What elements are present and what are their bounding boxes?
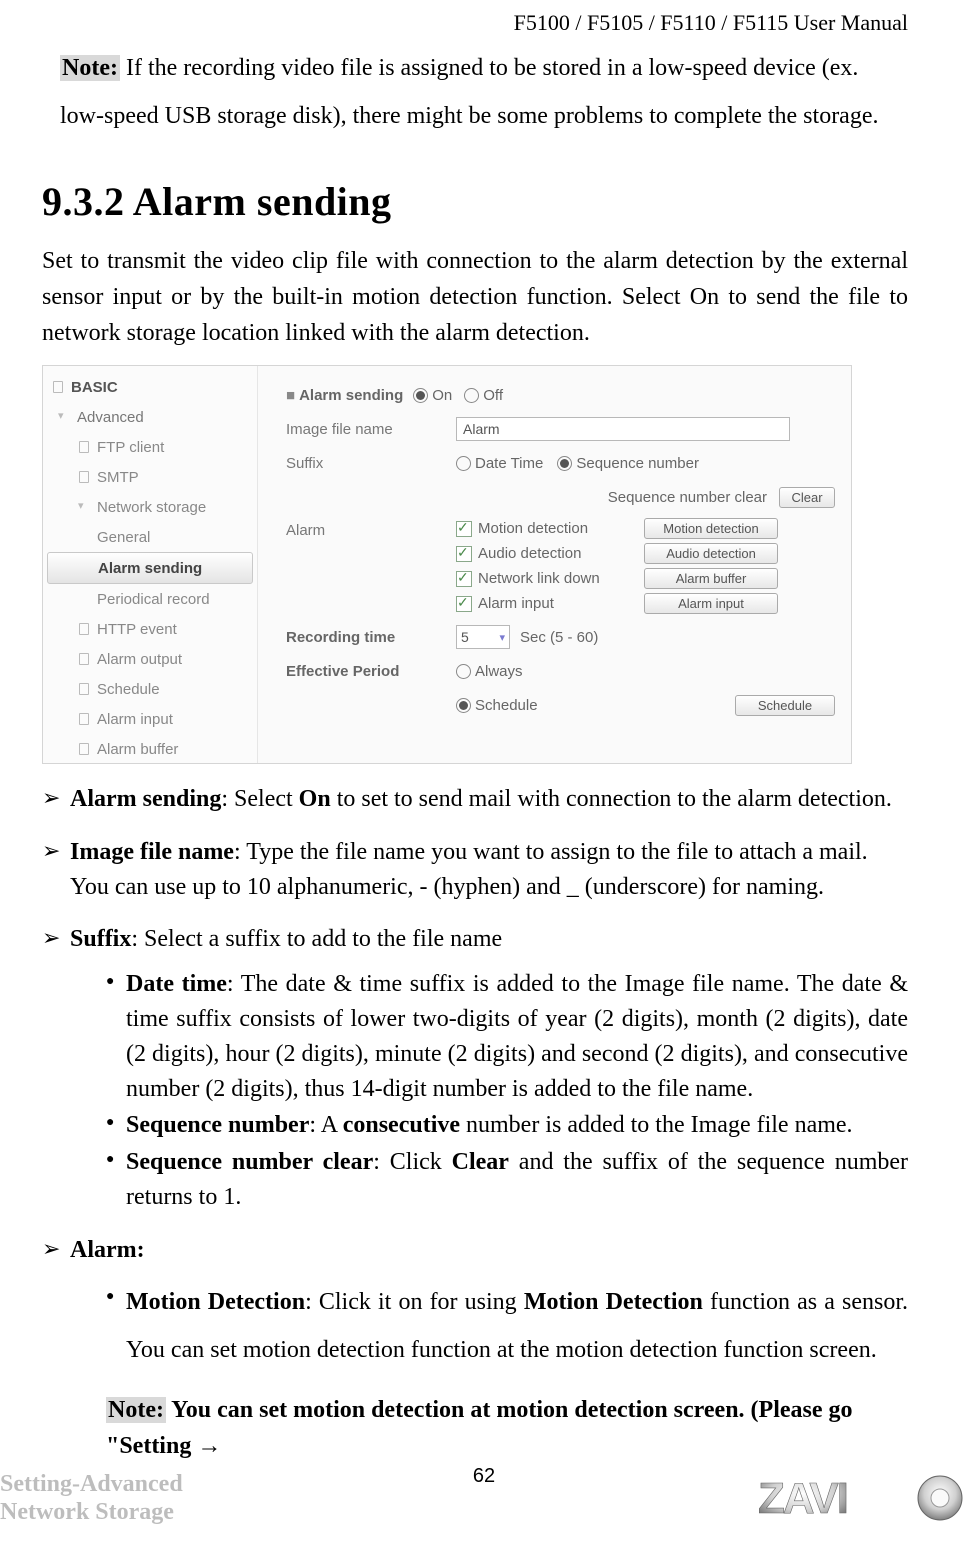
seq-clear-label: Sequence number clear	[456, 489, 773, 506]
effective-period-label: Effective Period	[286, 663, 456, 680]
recording-time-hint: Sec (5 - 60)	[520, 629, 598, 646]
recording-time-label: Recording time	[286, 629, 456, 646]
doc-icon	[77, 682, 91, 696]
chk-motion[interactable]	[456, 521, 472, 537]
nav-general[interactable]: General	[43, 522, 257, 552]
image-file-name-input[interactable]	[456, 417, 790, 441]
chk-netlink[interactable]	[456, 571, 472, 587]
alarm-sending-label: Alarm sending	[299, 387, 403, 404]
sub-seq-num: Sequence number: A consecutive number is…	[106, 1108, 908, 1143]
nav-schedule[interactable]: Schedule	[43, 674, 257, 704]
nav-periodical-record[interactable]: Periodical record	[43, 584, 257, 614]
chevron-down-icon: ▾	[499, 631, 505, 644]
clear-button[interactable]: Clear	[779, 487, 835, 508]
note-bottom: Note: You can set motion detection at mo…	[106, 1392, 908, 1464]
doc-icon	[77, 622, 91, 636]
alarm-sending-off-radio[interactable]	[464, 388, 479, 403]
note-label-bottom: Note:	[106, 1397, 166, 1423]
note-label: Note:	[60, 55, 120, 81]
doc-icon	[77, 742, 91, 756]
nav-alarm-sending[interactable]: Alarm sending	[47, 552, 253, 584]
btn-motion[interactable]: Motion detection	[644, 518, 778, 539]
section-intro: Set to transmit the video clip file with…	[42, 243, 908, 351]
alarm-sending-on-radio[interactable]	[413, 388, 428, 403]
page-number: 62	[473, 1465, 495, 1488]
doc-header: F5100 / F5105 / F5110 / F5115 User Manua…	[60, 0, 908, 42]
effective-always-radio[interactable]	[456, 664, 471, 679]
btn-audio[interactable]: Audio detection	[644, 543, 778, 564]
alarm-label: Alarm	[286, 518, 456, 539]
chevron-down-icon	[77, 500, 91, 514]
chk-audio[interactable]	[456, 546, 472, 562]
nav-sidebar: BASIC Advanced FTP client SMTP Network s…	[43, 366, 258, 763]
nav-network-storage[interactable]: Network storage	[43, 492, 257, 522]
suffix-seq-radio[interactable]	[557, 456, 572, 471]
nav-smtp[interactable]: SMTP	[43, 462, 257, 492]
suffix-sublist: Date time: The date & time suffix is add…	[70, 967, 908, 1215]
note-text: If the recording video file is assigned …	[60, 55, 878, 129]
doc-icon	[77, 470, 91, 484]
recording-time-select[interactable]: 5▾	[456, 625, 510, 649]
page-footer: Setting-Advanced Network Storage 62 ZAVI	[0, 1465, 968, 1535]
bullet-alarm: Alarm: Motion Detection: Click it on for…	[42, 1233, 908, 1464]
bullet-list: Alarm sending: Select On to set to send …	[42, 782, 908, 1464]
alarm-grid: Motion detectionMotion detection Audio d…	[456, 518, 778, 614]
btn-alarm-input[interactable]: Alarm input	[644, 593, 778, 614]
sub-seq-clear: Sequence number clear: Click Clear and t…	[106, 1145, 908, 1215]
section-title: Alarm sending	[133, 179, 392, 224]
doc-icon	[77, 652, 91, 666]
schedule-button[interactable]: Schedule	[735, 695, 835, 716]
sub-date-time: Date time: The date & time suffix is add…	[106, 967, 908, 1106]
image-file-name-label: Image file name	[286, 421, 456, 438]
suffix-label: Suffix	[286, 455, 456, 472]
nav-alarm-buffer[interactable]: Alarm buffer	[43, 734, 257, 764]
nav-ftp[interactable]: FTP client	[43, 432, 257, 462]
alarm-sublist: Motion Detection: Click it on for using …	[70, 1278, 908, 1374]
chevron-down-icon	[57, 410, 71, 424]
note-text-bottom: You can set motion detection at motion d…	[106, 1397, 853, 1459]
settings-screenshot: BASIC Advanced FTP client SMTP Network s…	[42, 365, 852, 764]
sub-motion-detection: Motion Detection: Click it on for using …	[106, 1278, 908, 1374]
bullet-alarm-sending: Alarm sending: Select On to set to send …	[42, 782, 908, 817]
bullet-suffix: Suffix: Select a suffix to add to the fi…	[42, 922, 908, 1214]
settings-form: ■ Alarm sending On Off Image file name S…	[258, 366, 851, 763]
bullet-image-file-name: Image file name: Type the file name you …	[42, 835, 908, 905]
chk-alarm-input[interactable]	[456, 596, 472, 612]
zavio-logo: ZAVI	[758, 1469, 968, 1527]
logo-text: ZAVI	[758, 1474, 847, 1523]
section-heading: 9.3.2 Alarm sending	[42, 178, 908, 225]
doc-icon	[77, 440, 91, 454]
section-number: 9.3.2	[42, 179, 125, 224]
doc-icon	[51, 380, 65, 394]
nav-basic[interactable]: BASIC	[43, 372, 257, 402]
btn-buffer[interactable]: Alarm buffer	[644, 568, 778, 589]
footer-breadcrumb: Setting-Advanced Network Storage	[0, 1471, 183, 1526]
effective-schedule-radio[interactable]	[456, 698, 471, 713]
nav-http-event[interactable]: HTTP event	[43, 614, 257, 644]
nav-alarm-output[interactable]: Alarm output	[43, 644, 257, 674]
doc-icon	[77, 712, 91, 726]
note-top: Note: If the recording video file is ass…	[60, 44, 908, 140]
nav-alarm-input[interactable]: Alarm input	[43, 704, 257, 734]
nav-advanced[interactable]: Advanced	[43, 402, 257, 432]
suffix-datetime-radio[interactable]	[456, 456, 471, 471]
